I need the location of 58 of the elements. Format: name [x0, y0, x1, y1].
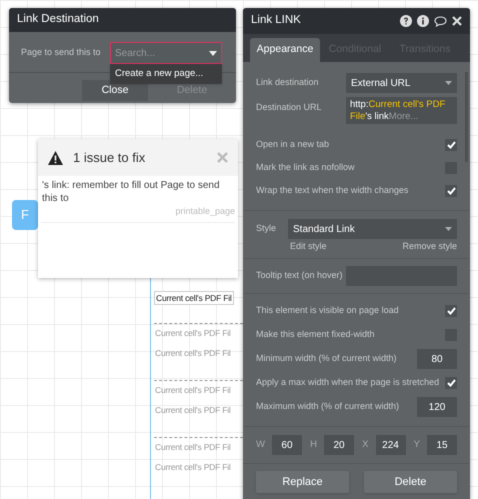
checkbox[interactable] — [445, 184, 457, 196]
list-item-text: Current cell's PDF Fil — [154, 327, 232, 340]
checkbox[interactable] — [445, 305, 457, 317]
issue-message[interactable]: 's link: remember to fill out Page to send this to — [41, 179, 235, 205]
number-field[interactable]: 15 — [427, 435, 457, 455]
field-label: W — [256, 438, 265, 452]
field-label: Page to send this to — [21, 46, 101, 59]
list-item-text: Current cell's PDF Fil — [154, 460, 232, 474]
option-label: Maximum width (% of current width) — [256, 400, 400, 414]
checkbox[interactable] — [445, 138, 457, 150]
option-label: Apply a max width when the page is stretched — [256, 376, 440, 390]
comment-icon — [434, 16, 447, 26]
number-field[interactable]: 224 — [376, 435, 406, 455]
edit-style-link[interactable]: Edit style — [290, 240, 327, 254]
option-label: Open in a new tab — [256, 138, 330, 151]
caret-icon — [445, 227, 452, 231]
field-label: X — [362, 438, 368, 452]
issue-source: printable_page — [174, 205, 235, 218]
field-label: Link destination — [256, 76, 319, 90]
option-label: This element is visible on page load — [256, 304, 399, 318]
number-field[interactable]: 80 — [417, 349, 457, 369]
caret-icon — [445, 81, 452, 85]
tab[interactable]: Appearance — [250, 38, 320, 62]
action-button[interactable]: Delete — [364, 471, 457, 493]
option-label: Make this element fixed-width — [256, 328, 375, 342]
list-item-text: Current cell's PDF Fil — [154, 441, 232, 454]
option-label: Wrap the text when the width changes — [256, 184, 408, 197]
number-field[interactable]: 60 — [272, 435, 302, 455]
list-item-text: Current cell's PDF Fil — [154, 404, 232, 416]
style-dropdown[interactable]: Standard Link — [288, 219, 457, 239]
action-button[interactable]: Replace — [256, 471, 349, 493]
menu-item[interactable]: Create a new page... — [110, 66, 222, 82]
list-item-text: Current cell's PDF Fil — [154, 384, 232, 397]
number-field[interactable]: 120 — [417, 397, 457, 417]
list-item-text: Current cell's PDF Fil — [154, 290, 234, 306]
page-search-field[interactable]: Search... — [110, 42, 222, 64]
warning-icon — [48, 150, 63, 164]
info-icon — [417, 15, 429, 27]
close-icon — [217, 152, 228, 163]
field-label: Tooltip text (on hover) — [256, 269, 343, 282]
close-icon — [452, 16, 462, 26]
number-field[interactable]: 20 — [324, 435, 354, 455]
editor-title: Link LINK — [251, 13, 302, 28]
option-label: Minimum width (% of current width) — [256, 352, 397, 366]
help-icon — [400, 15, 412, 27]
option-label: Mark the link as nofollow — [256, 160, 355, 174]
issues-title: 1 issue to fix — [73, 148, 146, 167]
field-label: Style — [256, 222, 276, 236]
field-label: Y — [414, 438, 420, 452]
checkbox[interactable] — [445, 377, 457, 389]
field-label: Destination URL — [256, 101, 322, 114]
dialog-title: Link Destination — [17, 12, 99, 28]
link-destination-dropdown[interactable]: External URL — [346, 73, 457, 93]
caret-icon — [209, 51, 217, 56]
field-label: H — [310, 438, 317, 452]
list-item-text: Current cell's PDF Fil — [154, 346, 232, 360]
remove-style-link[interactable]: Remove style — [402, 240, 457, 254]
destination-url-field[interactable]: http:Current cell's PDF File's linkMore... — [346, 97, 457, 124]
